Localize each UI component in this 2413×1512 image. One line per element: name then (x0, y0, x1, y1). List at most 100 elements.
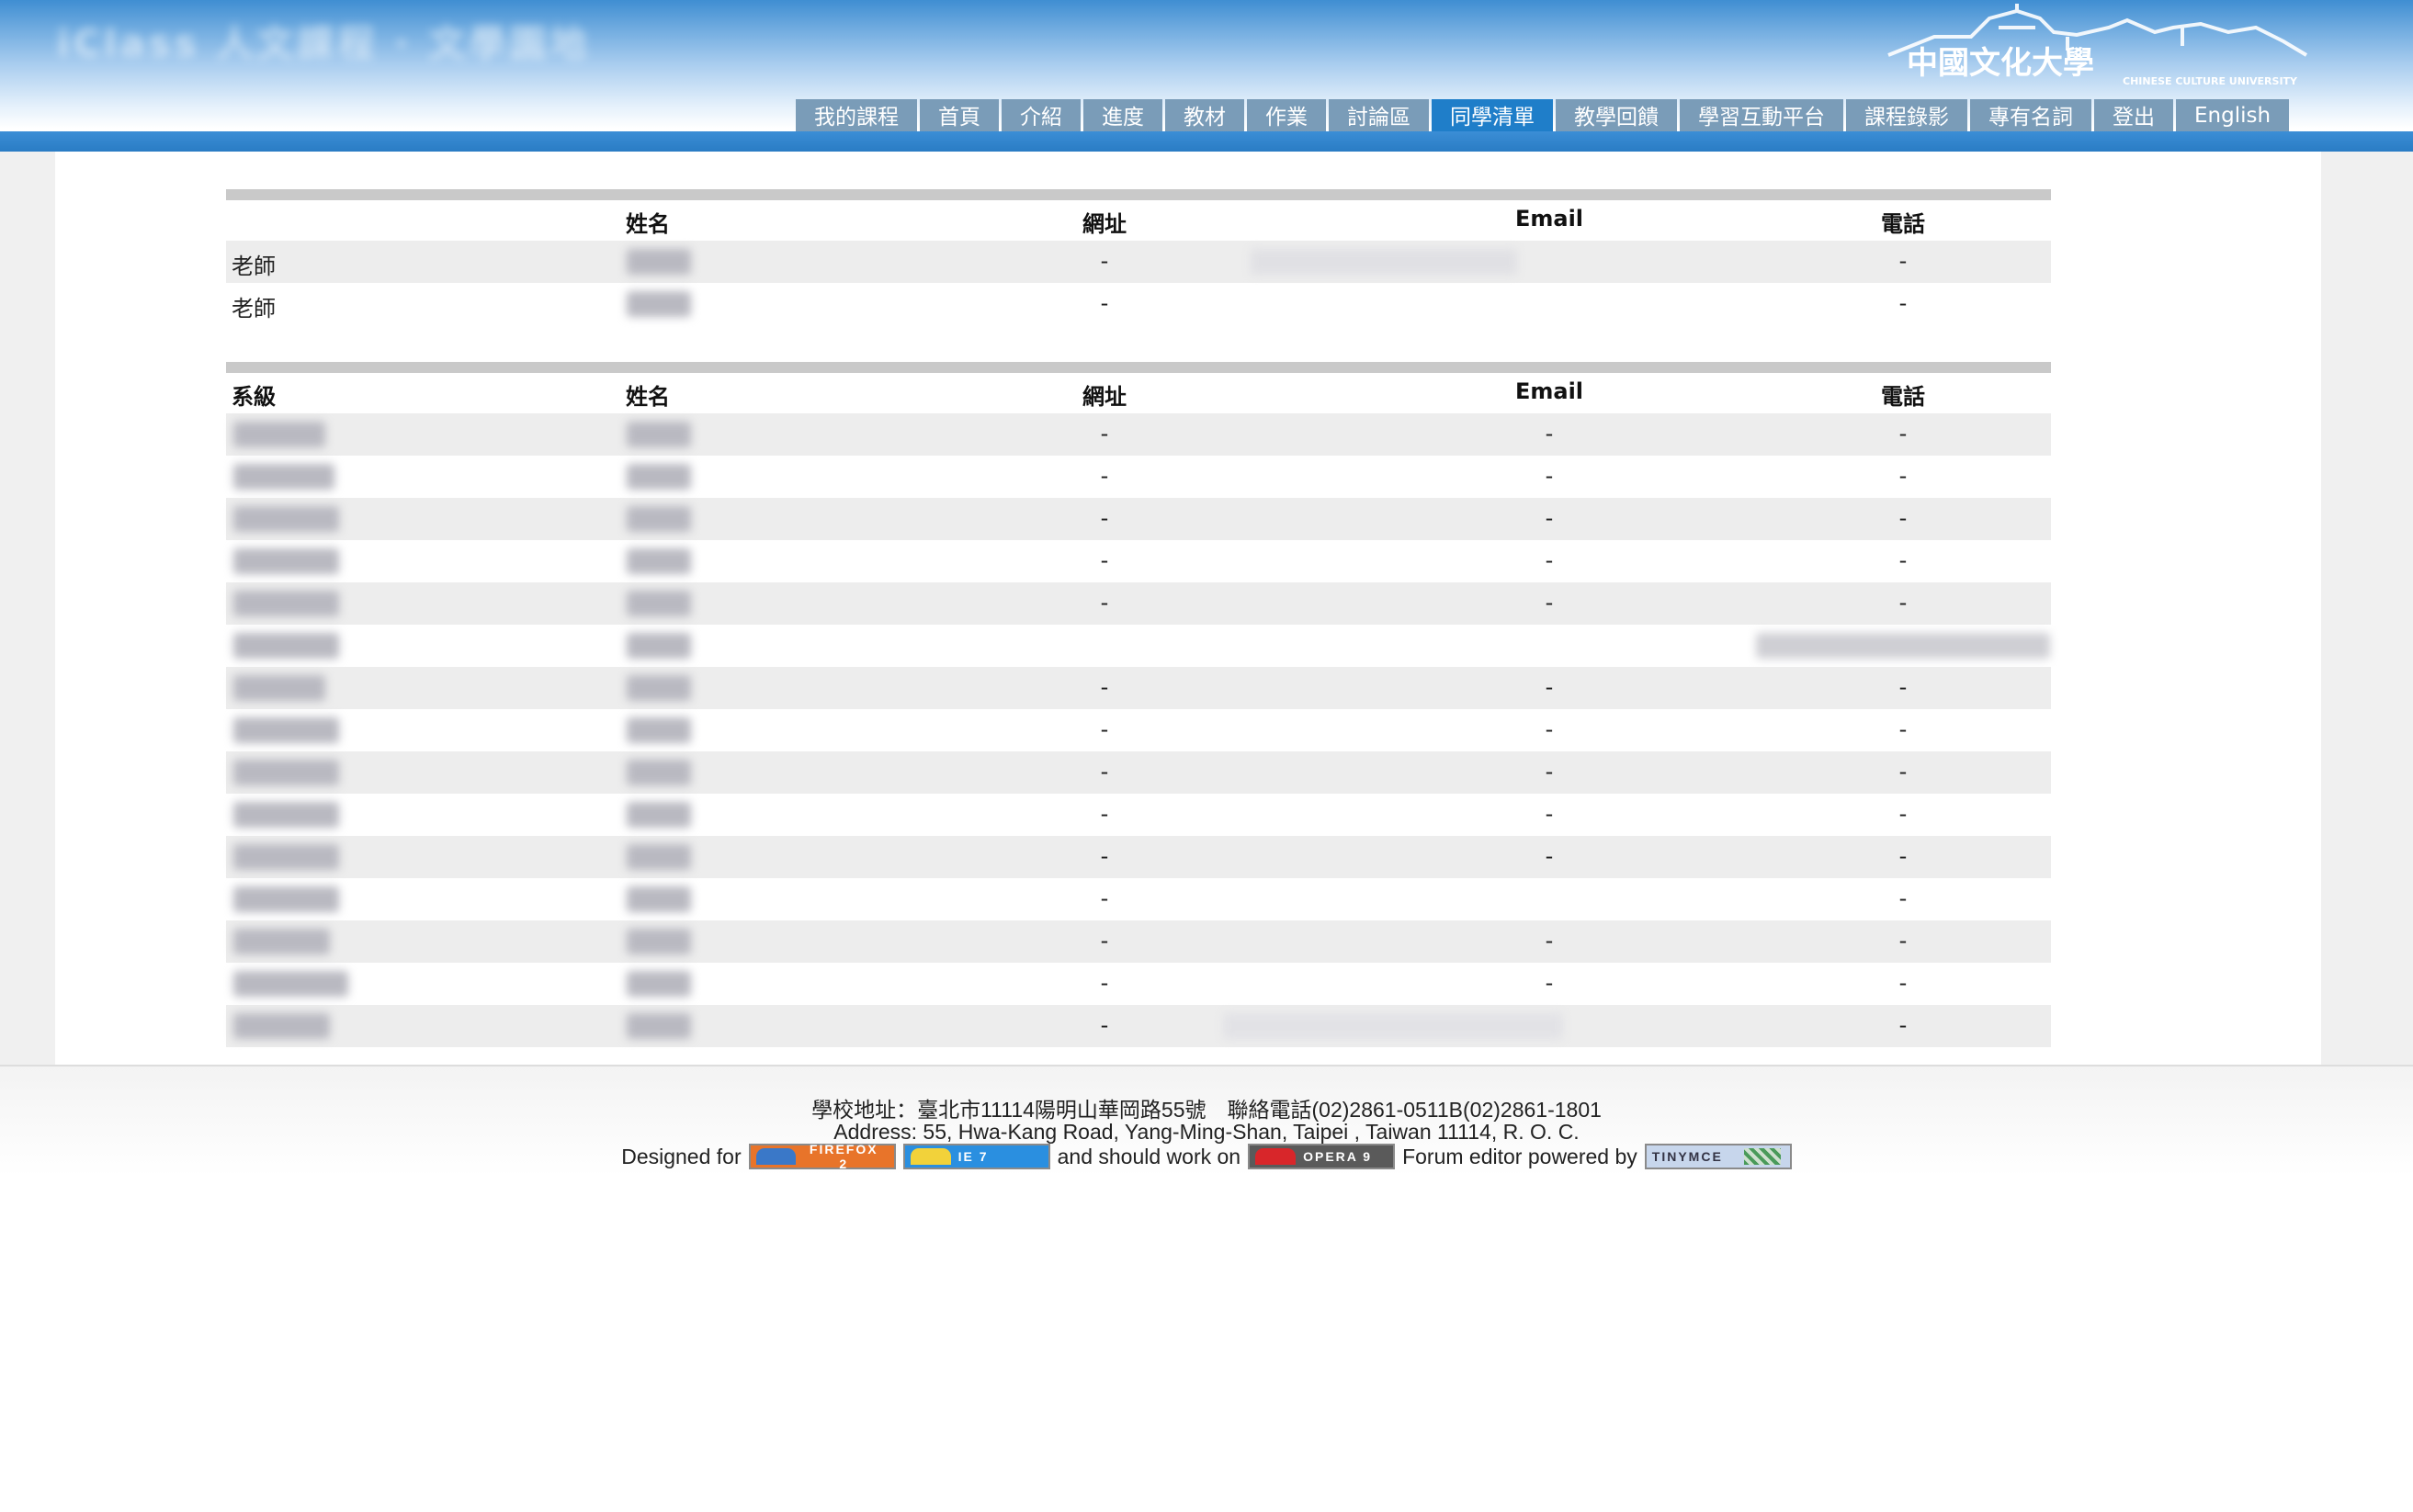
student-email: - (1545, 717, 1554, 742)
nav-tab-4[interactable]: 教材 (1165, 99, 1244, 134)
table-divider (226, 189, 2051, 200)
teacher-role: 老師 (232, 296, 276, 322)
redacted-phone (1756, 633, 2050, 659)
table-row: --- (226, 498, 2051, 540)
redacted-name (627, 633, 691, 659)
nav-tab-11[interactable]: 專有名詞 (1970, 99, 2091, 134)
student-url: - (1100, 547, 1109, 573)
redacted-dept (233, 506, 339, 532)
redacted-name (627, 249, 691, 275)
page-header: iClass 人文課程 · 文學園地 中國文化大學 CHINESE CULTUR… (0, 0, 2413, 152)
student-phone: - (1898, 590, 1908, 615)
student-url: - (1100, 505, 1109, 531)
student-phone: - (1898, 1012, 1908, 1038)
student-phone: - (1898, 505, 1908, 531)
redacted-name (627, 717, 691, 743)
redacted-name (627, 802, 691, 828)
table-row: --- (226, 963, 2051, 1005)
table-row: --- (226, 751, 2051, 794)
university-logo[interactable]: 中國文化大學 CHINESE CULTURE UNIVERSITY (1879, 0, 2316, 90)
opera-badge[interactable]: OPERA 9 (1248, 1144, 1396, 1169)
student-email: - (1545, 463, 1554, 489)
table-divider (226, 362, 2051, 373)
table-row: --- (226, 836, 2051, 878)
student-email: - (1545, 421, 1554, 446)
table-row: --- (226, 540, 2051, 582)
nav-tab-13[interactable]: English (2176, 99, 2290, 134)
table-row: --- (226, 667, 2051, 709)
nav-tab-7[interactable]: 同學清單 (1432, 99, 1553, 134)
tinymce-badge[interactable]: TINYMCE (1644, 1144, 1792, 1169)
student-table-header: 系級 姓名 網址 Email 電話 (226, 373, 2051, 413)
table-row: --- (226, 582, 2051, 625)
footer-address-zh: 學校地址：臺北市11114陽明山華岡路55號 聯絡電話(02)2861-0511… (811, 1098, 1602, 1122)
table-row: 老師 - - (226, 241, 2051, 283)
nav-tab-6[interactable]: 討論區 (1329, 99, 1429, 134)
table-row: 老師 - - (226, 283, 2051, 325)
student-url: - (1100, 421, 1109, 446)
redacted-email (1251, 249, 1517, 275)
svg-text:中國文化大學: 中國文化大學 (1907, 45, 2094, 82)
student-table: 系級 姓名 網址 Email 電話 ----------------------… (226, 373, 2051, 1047)
redacted-dept (233, 760, 339, 785)
redacted-dept (233, 802, 339, 828)
table-row: --- (226, 709, 2051, 751)
designed-for-text: Designed for (621, 1144, 742, 1168)
student-phone: - (1898, 674, 1908, 700)
redacted-dept (233, 548, 339, 574)
redacted-name (627, 929, 691, 954)
redacted-name (627, 760, 691, 785)
left-margin (0, 152, 55, 1066)
student-url: - (1100, 886, 1109, 911)
nav-tab-10[interactable]: 課程錄影 (1846, 99, 1967, 134)
redacted-name (627, 1013, 691, 1039)
redacted-dept (233, 464, 334, 490)
student-email: - (1545, 759, 1554, 784)
redacted-name (627, 591, 691, 616)
tinymce-icon (1743, 1148, 1781, 1165)
nav-tab-0[interactable]: 我的課程 (796, 99, 917, 134)
right-margin (2321, 152, 2413, 1066)
svg-text:CHINESE CULTURE UNIVERSITY: CHINESE CULTURE UNIVERSITY (2123, 75, 2298, 87)
nav-tab-9[interactable]: 學習互動平台 (1680, 99, 1843, 134)
student-phone: - (1898, 801, 1908, 827)
student-phone: - (1898, 886, 1908, 911)
student-email: - (1545, 928, 1554, 953)
student-rows: ---------------------------------------- (226, 413, 2051, 1047)
redacted-name (627, 675, 691, 701)
redacted-dept (233, 633, 339, 659)
student-url: - (1100, 759, 1109, 784)
student-phone: - (1898, 759, 1908, 784)
student-phone: - (1898, 547, 1908, 573)
page-footer: 學校地址：臺北市11114陽明山華岡路55號 聯絡電話(02)2861-0511… (0, 1066, 2413, 1177)
student-email: - (1545, 674, 1554, 700)
student-url: - (1100, 1012, 1109, 1038)
opera-icon (1255, 1148, 1297, 1165)
nav-tab-12[interactable]: 登出 (2094, 99, 2173, 134)
nav-tab-3[interactable]: 進度 (1083, 99, 1162, 134)
ie-badge[interactable]: IE 7 (902, 1144, 1050, 1169)
nav-tab-1[interactable]: 首頁 (920, 99, 999, 134)
student-url: - (1100, 674, 1109, 700)
redacted-name (627, 506, 691, 532)
col-phone: 電話 (1881, 384, 1925, 410)
footer-address-en: Address: 55, Hwa-Kang Road, Yang-Ming-Sh… (833, 1120, 1580, 1144)
redacted-name (627, 548, 691, 574)
col-dept: 系級 (232, 384, 276, 410)
student-email: - (1545, 843, 1554, 869)
table-row: --- (226, 413, 2051, 456)
redacted-dept (233, 675, 325, 701)
firefox-badge[interactable]: FIREFOX 2 (748, 1142, 896, 1171)
redacted-name (627, 886, 691, 912)
redacted-dept (233, 929, 330, 954)
redacted-dept (233, 886, 339, 912)
col-url: 網址 (1082, 384, 1127, 410)
nav-tab-8[interactable]: 教學回饋 (1556, 99, 1677, 134)
col-email: Email (1514, 206, 1584, 231)
redacted-dept (233, 1013, 330, 1039)
nav-tab-2[interactable]: 介紹 (1002, 99, 1081, 134)
nav-tab-5[interactable]: 作業 (1247, 99, 1326, 134)
table-row: --- (226, 456, 2051, 498)
student-url: - (1100, 717, 1109, 742)
table-row: -- (226, 1005, 2051, 1047)
